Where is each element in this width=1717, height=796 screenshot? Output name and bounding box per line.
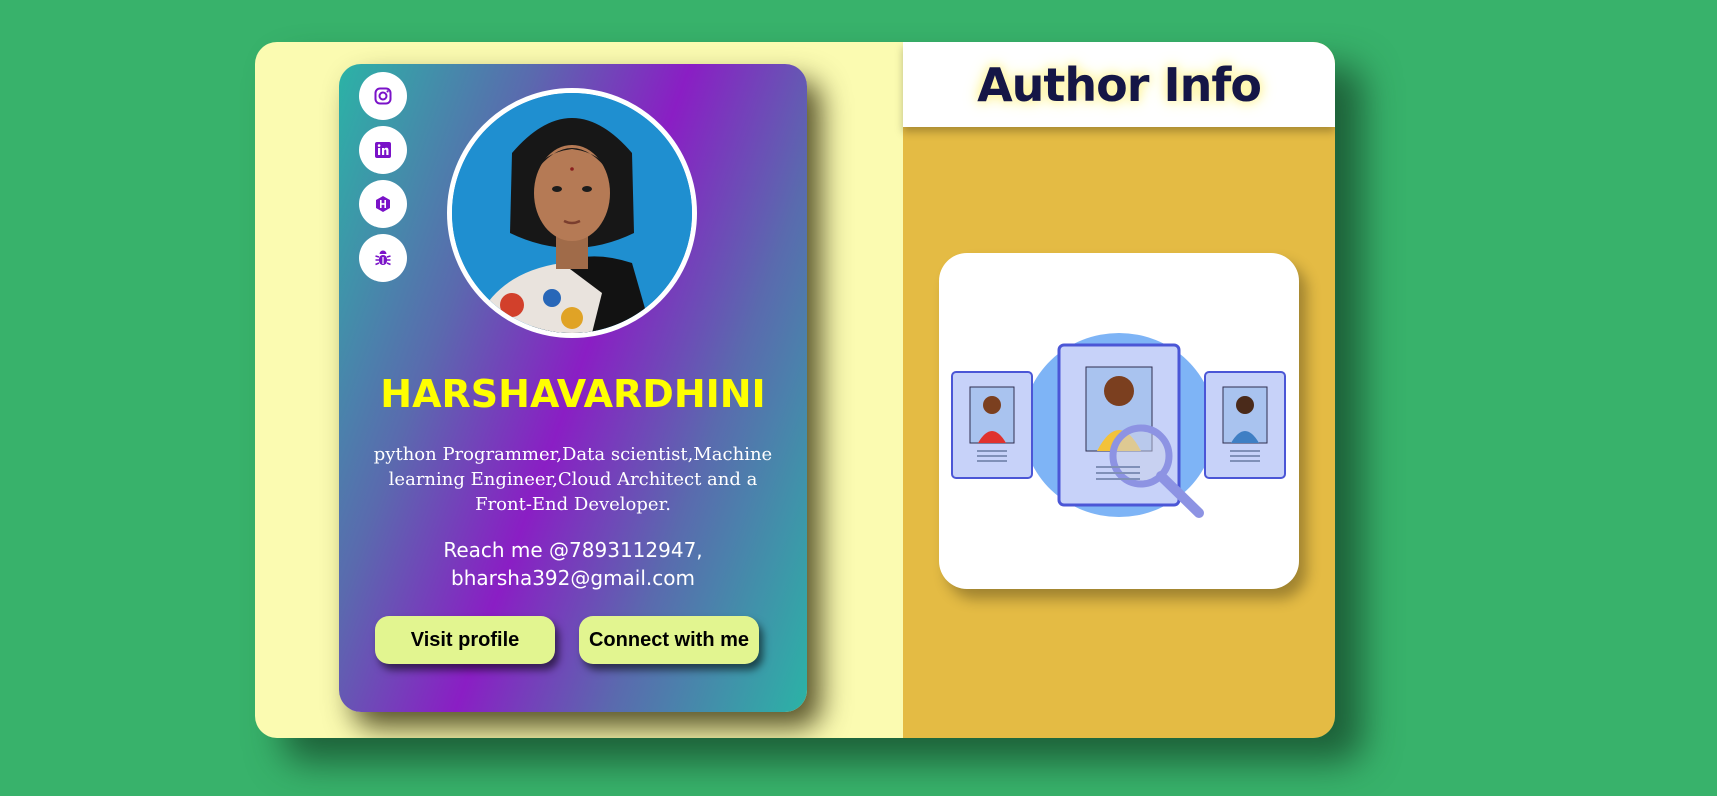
linkedin-link[interactable] xyxy=(359,126,407,174)
illustration-card xyxy=(939,253,1299,589)
profile-photo xyxy=(452,93,692,333)
linkedin-icon xyxy=(375,142,391,158)
instagram-link[interactable] xyxy=(359,72,407,120)
right-panel: Author Info xyxy=(903,42,1335,738)
contact-email: bharsha392@gmail.com xyxy=(451,566,695,590)
profile-card: HARSHAVARDHINI python Programmer,Data sc… xyxy=(339,64,807,712)
hackerrank-icon xyxy=(376,196,390,212)
instagram-icon xyxy=(374,87,392,105)
profile-name: HARSHAVARDHINI xyxy=(380,372,766,416)
visit-profile-button[interactable]: Visit profile xyxy=(375,616,555,664)
main-container: HARSHAVARDHINI python Programmer,Data sc… xyxy=(255,42,1335,738)
contact-phone: Reach me @7893112947, xyxy=(443,538,703,562)
avatar xyxy=(447,88,697,338)
candidate-search-illustration xyxy=(951,333,1286,518)
profile-description: python Programmer,Data scientist,Machine… xyxy=(373,444,773,515)
connect-button[interactable]: Connect with me xyxy=(579,616,759,664)
contact-info: Reach me @7893112947, bharsha392@gmail.c… xyxy=(359,536,787,592)
title-bar: Author Info xyxy=(903,42,1335,127)
page-title: Author Info xyxy=(977,57,1262,112)
hackerrank-link[interactable] xyxy=(359,180,407,228)
bug-link[interactable] xyxy=(359,234,407,282)
bug-icon xyxy=(375,250,391,266)
left-panel: HARSHAVARDHINI python Programmer,Data sc… xyxy=(255,42,903,738)
